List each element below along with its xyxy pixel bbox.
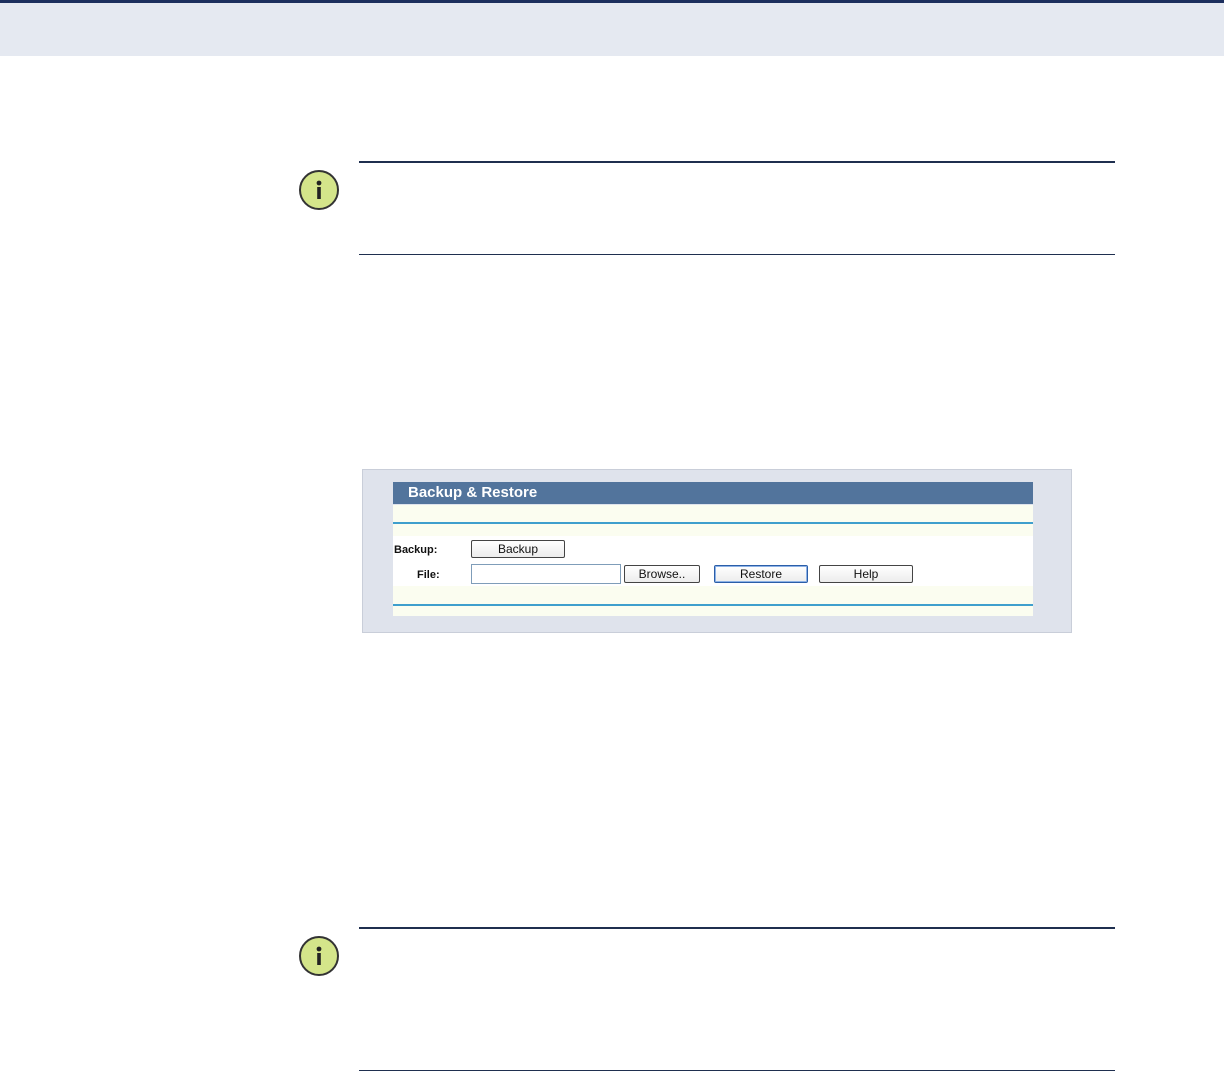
file-input[interactable] (471, 564, 621, 584)
backup-label: Backup: (394, 544, 438, 556)
info-glyph (316, 180, 322, 199)
panel-bottom-strip (393, 586, 1033, 616)
note-top-rule (359, 927, 1115, 929)
note-bottom-rule (359, 254, 1115, 255)
divider-line (393, 604, 1033, 606)
page-header (0, 0, 1224, 56)
info-icon (299, 936, 339, 976)
panel-top-strip (393, 505, 1033, 536)
file-label: File: (417, 569, 440, 581)
info-glyph (316, 946, 322, 965)
panel-form: Backup: Backup File: Browse.. Restore He… (393, 536, 1033, 586)
panel-title: Backup & Restore (393, 482, 1033, 504)
note-top-rule (359, 161, 1115, 163)
note-bottom-rule (359, 1070, 1115, 1071)
backup-restore-panel: Backup & Restore Backup: Backup File: Br… (362, 469, 1072, 633)
browse-button[interactable]: Browse.. (624, 565, 700, 583)
backup-button[interactable]: Backup (471, 540, 565, 558)
restore-button[interactable]: Restore (714, 565, 808, 583)
info-icon (299, 170, 339, 210)
divider-line (393, 522, 1033, 524)
help-button[interactable]: Help (819, 565, 913, 583)
